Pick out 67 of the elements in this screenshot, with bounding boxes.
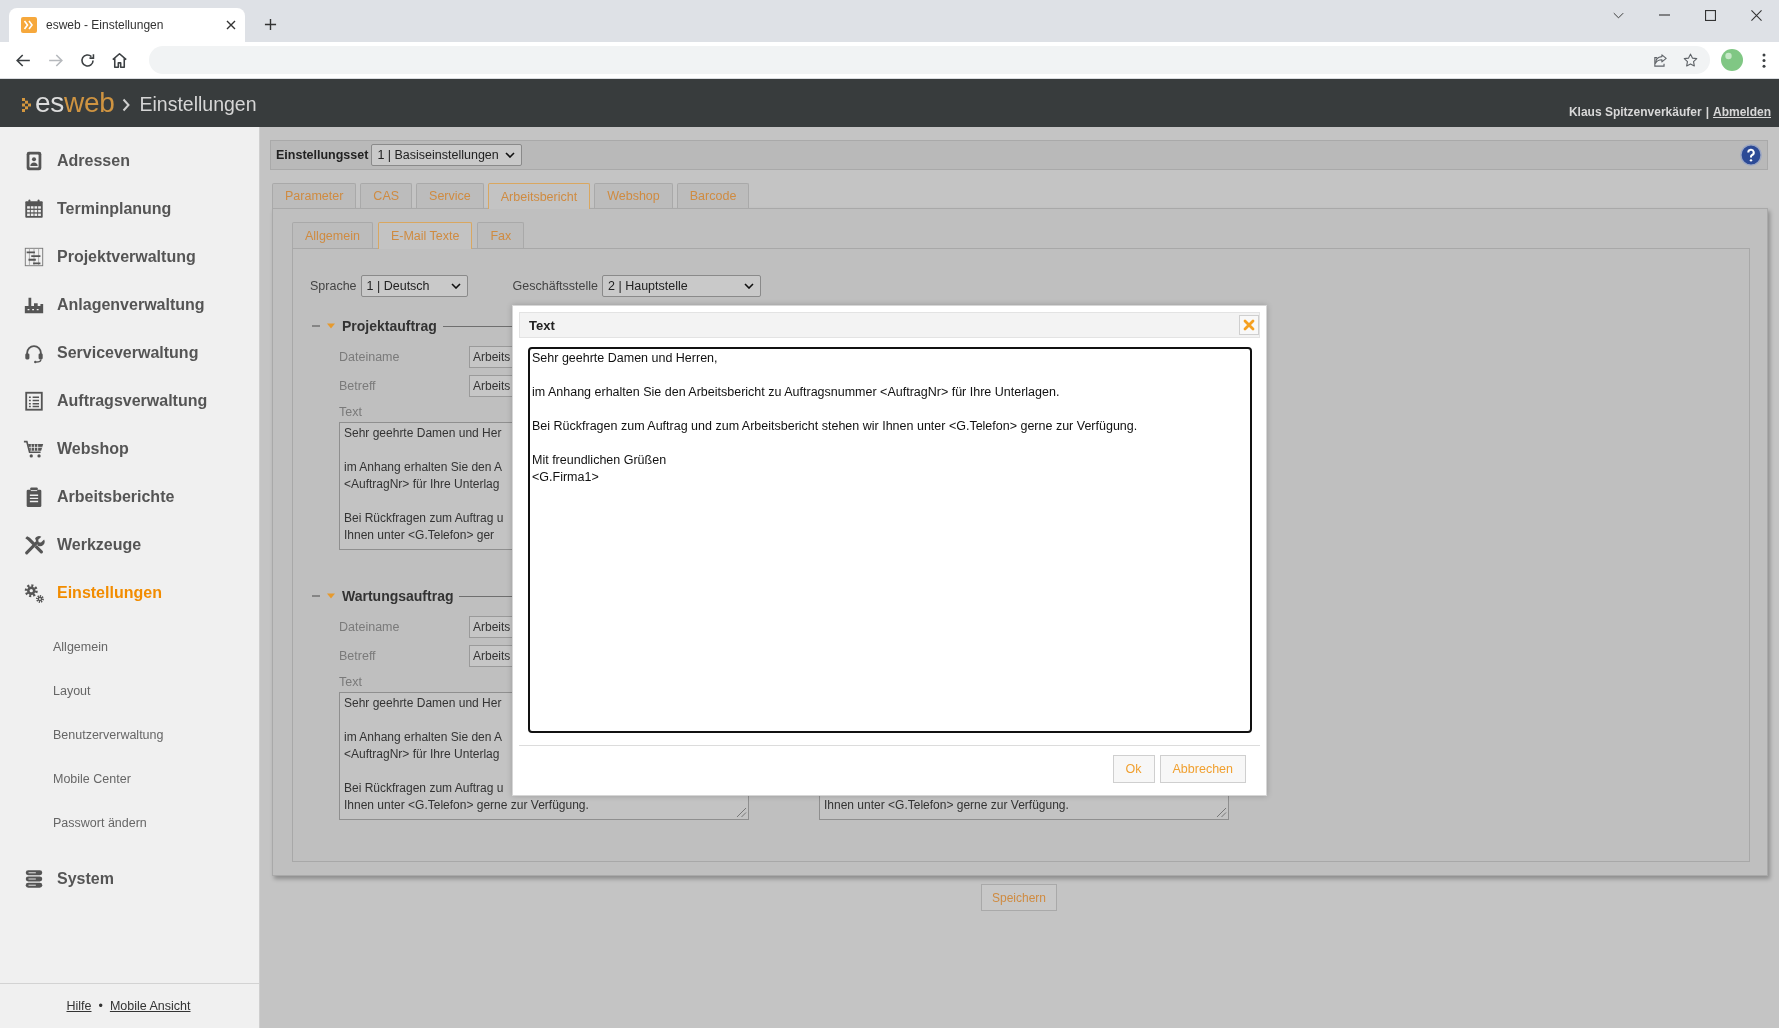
tools-icon	[23, 534, 45, 556]
field-label: Text	[339, 405, 362, 420]
section-title: Projektauftrag	[342, 318, 437, 334]
sidebar-item[interactable]: Terminplanung	[0, 185, 259, 233]
sidebar-item[interactable]: Projektverwaltung	[0, 233, 259, 281]
logout-link[interactable]: Abmelden	[1713, 105, 1771, 119]
help-icon[interactable]	[1740, 144, 1762, 166]
bullet-separator: •	[98, 999, 103, 1013]
settings-set-select[interactable]: 1 | Basiseinstellungen	[371, 144, 523, 166]
server-stack-icon	[23, 868, 45, 890]
logo-arrow-icon	[22, 97, 31, 112]
sidebar-subitem[interactable]: Mobile Center	[0, 757, 259, 801]
sidebar-subitem[interactable]: Passwort ändern	[0, 801, 259, 845]
field-label: Betreff	[339, 379, 377, 393]
shopping-cart-icon	[23, 438, 45, 460]
new-tab-icon[interactable]	[264, 18, 277, 31]
section-title: Wartungsauftrag	[342, 588, 454, 604]
field-label: Betreff	[339, 649, 377, 663]
settings-set-label: Einstellungsset	[276, 148, 369, 162]
sidebar-item[interactable]: System	[0, 855, 259, 903]
user-name: Klaus Spitzenverkäufer	[1568, 105, 1702, 119]
text-area[interactable]: Sehr geehrte Damen und Herren, im Anhang erhalten Sie den Arbeitsbericht zu Auftragsnummer <AuftragNr> für Ihre Unterlagen. Bei Rückfragen zum Auftrag und zum Arbeitsbericht stehen wir Ihnen unter <G.Telefon> gerne zur Verfügung. Mit freundlichen Grüßen <G.Firma1>	[528, 347, 1252, 733]
chevron-down-icon	[744, 283, 755, 289]
sidebar-item[interactable]: Werkzeuge	[0, 521, 259, 569]
sidebar-item[interactable]: Adressen	[0, 137, 259, 185]
maximize-icon[interactable]	[1704, 9, 1716, 21]
sidebar-item[interactable]: Webshop	[0, 425, 259, 473]
sidebar-item[interactable]: Serviceverwaltung	[0, 329, 259, 377]
sidebar-subitem[interactable]: Layout	[0, 669, 259, 713]
sidebar-item[interactable]: Arbeitsberichte	[0, 473, 259, 521]
browser-tab[interactable]: esweb - Einstellungen	[9, 8, 245, 42]
field-label: Dateiname	[339, 350, 401, 364]
sidebar-item[interactable]: Auftragsverwaltung	[0, 377, 259, 425]
filter-label: Geschäftsstelle	[512, 279, 599, 293]
field-label: Text	[339, 675, 362, 690]
filter-label: Sprache	[310, 279, 357, 293]
chevron-down-icon	[450, 283, 461, 289]
list-icon	[23, 390, 45, 412]
home-icon[interactable]	[110, 50, 129, 70]
star-icon[interactable]	[1682, 51, 1699, 69]
chevron-right-icon	[122, 97, 131, 112]
close-icon[interactable]	[1750, 9, 1762, 21]
favicon-icon	[21, 17, 37, 33]
gantt-chart-icon	[23, 246, 45, 268]
share-icon[interactable]	[1652, 51, 1669, 69]
headset-icon	[23, 342, 45, 364]
avatar-icon[interactable]	[1721, 49, 1743, 71]
gears-icon	[23, 582, 45, 604]
pipe-separator: |	[1705, 105, 1709, 119]
menu-icon[interactable]	[1762, 52, 1766, 68]
dropdown-select[interactable]: 2 | Hauptstelle	[602, 275, 762, 297]
field-label: Dateiname	[339, 620, 401, 634]
dialog-title: Text	[529, 317, 555, 333]
chevron-down-icon	[505, 152, 516, 158]
minimize-icon[interactable]	[1658, 14, 1670, 16]
tab-close-icon[interactable]	[226, 20, 236, 30]
calendar-icon	[23, 198, 45, 220]
logo-wordmark[interactable]: esweb	[35, 87, 115, 119]
sidebar-item[interactable]: Anlagenverwaltung	[0, 281, 259, 329]
sidebar-subitem[interactable]: Benutzerverwaltung	[0, 713, 259, 757]
dropdown-select[interactable]: 1 | Deutsch	[360, 275, 468, 297]
sidebar-subitem[interactable]: Allgemein	[0, 625, 259, 669]
footer-link[interactable]: Mobile Ansicht	[109, 999, 191, 1013]
footer-link[interactable]: Hilfe	[66, 999, 92, 1013]
resize-grip-icon[interactable]	[735, 806, 747, 818]
resize-grip-icon[interactable]	[1215, 806, 1227, 818]
page-title: Einstellungen	[139, 93, 257, 116]
